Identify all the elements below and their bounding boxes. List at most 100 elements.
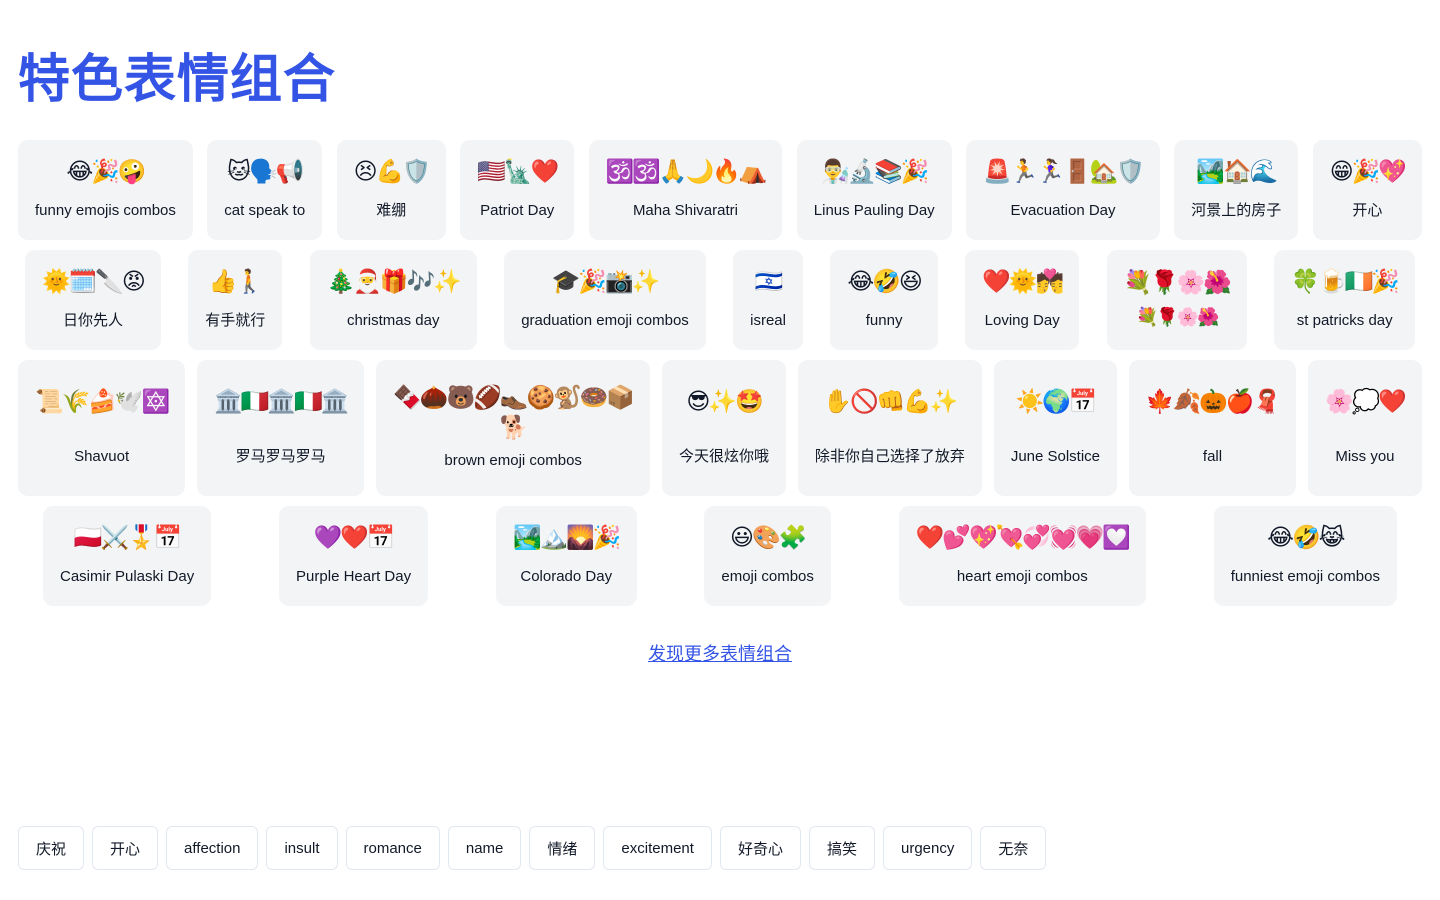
emoji-sequence: ☀️🌍📅 <box>1015 389 1097 415</box>
emoji-sequence: 😣💪🛡️ <box>353 159 431 185</box>
combo-label: 罗马罗马罗马 <box>235 448 326 465</box>
combo-card[interactable]: 😎✨🤩 今天很炫你哦 <box>662 360 787 496</box>
combo-label: Patriot Day <box>480 202 555 219</box>
emoji-sequence: 🚨🏃🏃‍♀️🚪🏡🛡️ <box>983 159 1145 185</box>
combo-card[interactable]: 💐🌹🌸🌺 💐🌹🌸🌺 <box>1106 250 1248 350</box>
combo-card[interactable]: 🍫🌰🐻🏈👞🍪🐒🍩📦🐕 brown emoji combos <box>376 360 651 496</box>
combo-card[interactable]: 🍁🍂🎃🍎🧣 fall <box>1128 360 1297 496</box>
combo-label: funniest emoji combos <box>1230 568 1380 585</box>
combo-label: Purple Heart Day <box>296 568 412 585</box>
combo-card[interactable]: 🐱🗣️📢 cat speak to <box>207 140 323 240</box>
combo-card[interactable]: 😃🎨🧩 emoji combos <box>704 506 831 606</box>
combo-card[interactable]: 😂🤣😹 funniest emoji combos <box>1213 506 1397 606</box>
combo-card[interactable]: 🌞🗓️🔪😡 日你先人 <box>25 250 161 350</box>
combo-card[interactable]: 🚨🏃🏃‍♀️🚪🏡🛡️ Evacuation Day <box>966 140 1160 240</box>
combo-label: Shavuot <box>74 448 130 465</box>
combo-label: Colorado Day <box>520 568 613 585</box>
combo-card[interactable]: ✋🚫👊💪✨ 除非你自己选择了放弃 <box>797 360 982 496</box>
emoji-sequence: 📜🌾🍰🕊️🔯 <box>35 389 170 415</box>
combo-card[interactable]: 🎄🎅🎁🎶✨ christmas day <box>309 250 477 350</box>
combo-label: christmas day <box>346 312 440 329</box>
combo-card[interactable]: 😣💪🛡️ 难绷 <box>336 140 446 240</box>
combo-label: June Solstice <box>1010 448 1101 465</box>
combo-row-4: 🇵🇱⚔️🎖️📅 Casimir Pulaski Day 💜❤️📅 Purple He… <box>18 506 1422 606</box>
tag-list: 庆祝 开心 affection insult romance name 情绪 e… <box>18 826 1047 870</box>
emoji-sequence: 💜❤️📅 <box>313 525 396 551</box>
combo-label: st patricks day <box>1296 312 1393 329</box>
combo-label: 有手就行 <box>205 312 266 329</box>
combo-label: graduation emoji combos <box>521 312 689 329</box>
emoji-sequence: 🍀🍺🇮🇪🎉 <box>1291 269 1400 295</box>
combo-row-2: 🌞🗓️🔪😡 日你先人 👍🚶 有手就行 🎄🎅🎁🎶✨ christmas day 🎓🎉📸✨… <box>18 250 1422 350</box>
emoji-sequence: 🏞️🏠🌊 <box>1196 159 1278 185</box>
combo-label: 今天很炫你哦 <box>679 448 770 465</box>
combo-label: 河景上的房子 <box>1191 202 1282 219</box>
combo-label: 日你先人 <box>62 312 123 329</box>
tag-button[interactable]: 开心 <box>92 826 159 870</box>
combo-card[interactable]: 👍🚶 有手就行 <box>188 250 283 350</box>
emoji-sequence: 😂🤣😹 <box>1267 525 1345 551</box>
tag-button[interactable]: 情绪 <box>529 826 596 870</box>
tag-button[interactable]: name <box>447 826 522 870</box>
emoji-sequence: 🇺🇸🗽❤️ <box>477 159 559 185</box>
emoji-sequence: 🇵🇱⚔️🎖️📅 <box>73 525 183 551</box>
combo-label: Maha Shivaratri <box>632 202 738 219</box>
combo-label: 除非你自己选择了放弃 <box>814 448 965 465</box>
emoji-combo-grid: 😂🎉🤪 funny emojis combos 🐱🗣️📢 cat speak to … <box>18 140 1422 616</box>
tag-button[interactable]: excitement <box>603 826 712 870</box>
emoji-sequence: ❤️💕💖💘💞💓💗💟 <box>915 525 1131 551</box>
tag-button[interactable]: insult <box>266 826 338 870</box>
emoji-sequence-secondary: 💐🌹🌸🌺 <box>1135 307 1220 328</box>
combo-card[interactable]: 🏞️🏔️🌄🎉 Colorado Day <box>495 506 637 606</box>
combo-card[interactable]: 🎓🎉📸✨ graduation emoji combos <box>504 250 706 350</box>
combo-card[interactable]: 🕉️🕉️🙏🌙🔥⛺ Maha Shivaratri <box>588 140 783 240</box>
combo-card[interactable]: 👨‍🔬🔬📚🎉 Linus Pauling Day <box>796 140 952 240</box>
combo-card[interactable]: 😁🎉💖 开心 <box>1312 140 1422 240</box>
combo-card[interactable]: 🍀🍺🇮🇪🎉 st patricks day <box>1274 250 1415 350</box>
tag-button[interactable]: affection <box>166 826 259 870</box>
combo-label: heart emoji combos <box>956 568 1088 585</box>
tag-button[interactable]: urgency <box>882 826 973 870</box>
combo-label: emoji combos <box>721 568 814 585</box>
combo-card[interactable]: ❤️🌞💏 Loving Day <box>965 250 1080 350</box>
combo-card[interactable]: 💜❤️📅 Purple Heart Day <box>279 506 429 606</box>
emoji-sequence: 🌸💭❤️ <box>1324 389 1407 415</box>
emoji-sequence: ✋🚫👊💪✨ <box>823 389 958 415</box>
combo-card[interactable]: 🇮🇱 isreal <box>733 250 803 350</box>
combo-label: Evacuation Day <box>1010 202 1116 219</box>
combo-card[interactable]: ❤️💕💖💘💞💓💗💟 heart emoji combos <box>898 506 1146 606</box>
combo-card[interactable]: 🏛️🇮🇹🏛️🇮🇹🏛️ 罗马罗马罗马 <box>197 360 365 496</box>
tag-button[interactable]: 搞笑 <box>808 826 875 870</box>
combo-card[interactable]: 😂🎉🤪 funny emojis combos <box>18 140 193 240</box>
combo-label: 难绷 <box>376 202 407 219</box>
tag-button[interactable]: romance <box>345 826 440 870</box>
emoji-sequence: 🐱🗣️📢 <box>227 159 304 185</box>
tag-button[interactable]: 好奇心 <box>719 826 801 870</box>
combo-card[interactable]: 🏞️🏠🌊 河景上的房子 <box>1174 140 1299 240</box>
emoji-sequence: 🏞️🏔️🌄🎉 <box>512 525 622 551</box>
tag-button[interactable]: 庆祝 <box>18 826 85 870</box>
combo-row-1: 😂🎉🤪 funny emojis combos 🐱🗣️📢 cat speak to … <box>18 140 1422 240</box>
combo-card[interactable]: ☀️🌍📅 June Solstice <box>993 360 1118 496</box>
combo-row-3: 📜🌾🍰🕊️🔯 Shavuot 🏛️🇮🇹🏛️🇮🇹🏛️ 罗马罗马罗马 🍫🌰🐻🏈👞🍪🐒🍩📦… <box>18 360 1422 496</box>
page-title: 特色表情组合 <box>18 51 337 109</box>
tag-button[interactable]: 无奈 <box>980 826 1047 870</box>
emoji-sequence: 👍🚶 <box>208 269 264 295</box>
combo-card[interactable]: 😂🤣😆 funny <box>830 250 938 350</box>
combo-label: fall <box>1202 448 1223 465</box>
emoji-sequence: 🎄🎅🎁🎶✨ <box>326 269 462 295</box>
emoji-sequence: ❤️🌞💏 <box>982 269 1064 295</box>
emoji-sequence: 😎✨🤩 <box>686 389 763 415</box>
combo-label: 开心 <box>1352 202 1383 219</box>
emoji-sequence: 😂🤣😆 <box>847 269 922 295</box>
emoji-sequence: 😂🎉🤪 <box>66 159 146 185</box>
combo-label: Casimir Pulaski Day <box>60 568 195 585</box>
combo-card[interactable]: 🌸💭❤️ Miss you <box>1307 360 1422 496</box>
combo-card[interactable]: 📜🌾🍰🕊️🔯 Shavuot <box>18 360 186 496</box>
emoji-sequence: 😁🎉💖 <box>1329 159 1407 185</box>
discover-more-link[interactable]: 发现更多表情组合 <box>648 644 792 664</box>
emoji-sequence: 💐🌹🌸🌺 <box>1123 270 1233 296</box>
more-link-container: 发现更多表情组合 <box>0 640 1440 666</box>
combo-card[interactable]: 🇺🇸🗽❤️ Patriot Day <box>460 140 575 240</box>
combo-card[interactable]: 🇵🇱⚔️🎖️📅 Casimir Pulaski Day <box>43 506 212 606</box>
